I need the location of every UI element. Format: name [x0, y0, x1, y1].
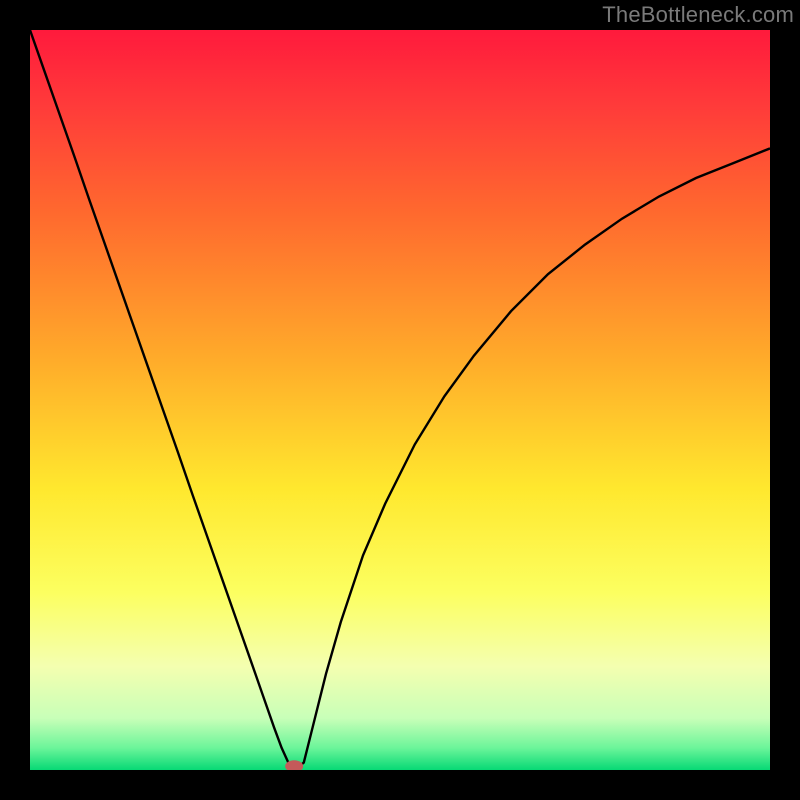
- watermark-text: TheBottleneck.com: [602, 2, 794, 28]
- curve-layer: [30, 30, 770, 770]
- bottleneck-curve: [30, 30, 770, 769]
- plot-area: [30, 30, 770, 770]
- chart-frame: TheBottleneck.com: [0, 0, 800, 800]
